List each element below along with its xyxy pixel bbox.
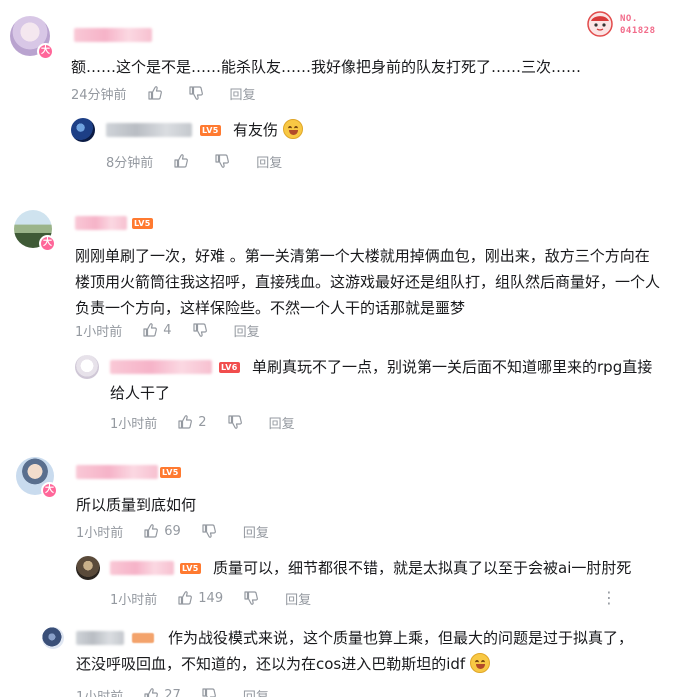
avatar[interactable]: 大 bbox=[10, 16, 54, 60]
thumbs-up-icon bbox=[173, 153, 189, 169]
avatar-image-icon bbox=[75, 355, 99, 379]
avatar[interactable]: 大 bbox=[16, 457, 58, 499]
like-button[interactable]: 69 bbox=[143, 523, 181, 539]
thumbs-down-icon bbox=[214, 153, 230, 169]
dislike-button[interactable] bbox=[192, 322, 208, 338]
comment-time: 1小时前 bbox=[75, 324, 123, 340]
reply-time: 1小时前 bbox=[110, 592, 158, 608]
fan-badge-mascot-icon bbox=[587, 11, 613, 37]
comment-meta: 24分钟前 回复 bbox=[71, 83, 256, 103]
thumbs-up-icon bbox=[177, 414, 193, 430]
reply-time: 1小时前 bbox=[76, 689, 124, 697]
reply-text: 质量可以，细节都很不错，就是太拟真了以至于会被ai一肘肘死 bbox=[213, 559, 632, 577]
reply-text: 作为战役模式来说，这个质量也算上乘，但最大的问题是过于拟真了， 还没呼吸回血，不… bbox=[76, 629, 634, 673]
like-button[interactable]: 2 bbox=[177, 414, 207, 430]
reply-button[interactable]: 回复 bbox=[243, 686, 269, 697]
thumbs-up-icon bbox=[142, 322, 158, 338]
avatar[interactable] bbox=[76, 556, 100, 580]
reply-button[interactable]: 回复 bbox=[234, 321, 260, 340]
like-button[interactable] bbox=[173, 153, 194, 169]
like-button[interactable]: 149 bbox=[177, 590, 223, 606]
username[interactable] bbox=[106, 123, 192, 137]
dislike-button[interactable] bbox=[243, 590, 259, 606]
username[interactable] bbox=[110, 561, 174, 575]
thumbs-up-icon bbox=[143, 687, 159, 697]
avatar[interactable] bbox=[42, 627, 64, 649]
fan-badge-number: 041828 bbox=[620, 26, 656, 36]
reply-meta: 1小时前 27 回复 bbox=[76, 685, 269, 697]
thumbs-down-icon bbox=[188, 85, 204, 101]
thumbs-down-icon bbox=[201, 687, 217, 697]
thumbs-down-icon bbox=[243, 590, 259, 606]
laugh-emoji-icon bbox=[282, 119, 303, 139]
fan-badge-label: NO. bbox=[620, 14, 638, 24]
comment-text: 所以质量到底如何 bbox=[76, 496, 197, 514]
reply-meta: 1小时前 149 回复 bbox=[110, 588, 311, 608]
like-button[interactable]: 4 bbox=[142, 322, 172, 338]
laugh-emoji-icon bbox=[470, 653, 490, 673]
level-badge: LV5 bbox=[132, 218, 153, 229]
level-badge: LV5 bbox=[200, 125, 221, 136]
thumbs-up-icon bbox=[143, 523, 159, 539]
reply-text: 有友伤 bbox=[233, 117, 303, 143]
reply-meta: 1小时前 2 回复 bbox=[110, 412, 295, 432]
reply-button[interactable]: 回复 bbox=[269, 413, 295, 432]
avatar-image-icon bbox=[71, 118, 95, 142]
thumbs-down-icon bbox=[192, 322, 208, 338]
thumbs-down-icon bbox=[227, 414, 243, 430]
comment-meta: 1小时前 69 回复 bbox=[76, 521, 269, 541]
avatar[interactable]: 大 bbox=[14, 210, 56, 252]
big-member-icon: 大 bbox=[39, 235, 56, 252]
dislike-button[interactable] bbox=[201, 687, 217, 697]
reply-button[interactable]: 回复 bbox=[243, 522, 269, 541]
dislike-button[interactable] bbox=[227, 414, 243, 430]
avatar[interactable] bbox=[75, 355, 99, 379]
comment-time: 24分钟前 bbox=[71, 87, 127, 103]
dislike-button[interactable] bbox=[188, 85, 204, 101]
reply-button[interactable]: 回复 bbox=[230, 84, 256, 103]
thumbs-down-icon bbox=[201, 523, 217, 539]
username[interactable] bbox=[74, 28, 152, 42]
reply-button[interactable]: 回复 bbox=[256, 152, 282, 171]
dislike-button[interactable] bbox=[201, 523, 217, 539]
avatar-image-icon bbox=[42, 627, 64, 649]
fan-badge[interactable]: NO. 041828 bbox=[586, 10, 666, 40]
comment-text: 刚刚单刷了一次，好难 。第一关清第一个大楼就用掉俩血包，刚出来，敌方三个方向在 … bbox=[75, 247, 661, 317]
avatar[interactable] bbox=[71, 118, 95, 142]
reply-time: 8分钟前 bbox=[106, 155, 154, 171]
username[interactable] bbox=[75, 216, 127, 230]
big-member-icon: 大 bbox=[41, 482, 58, 499]
level-badge: LV5 bbox=[160, 467, 181, 478]
reply-time: 1小时前 bbox=[110, 416, 158, 432]
like-button[interactable]: 27 bbox=[143, 687, 181, 697]
dislike-button[interactable] bbox=[214, 153, 230, 169]
like-button[interactable] bbox=[147, 85, 168, 101]
big-member-icon: 大 bbox=[37, 43, 54, 60]
level-badge: LV5 bbox=[180, 563, 201, 574]
comment-text: 额……这个是不是……能杀队友……我好像把身前的队友打死了……三次…… bbox=[71, 58, 582, 76]
thumbs-up-icon bbox=[177, 590, 193, 606]
reply-text: 单刷真玩不了一点，别说第一关后面不知道哪里来的rpg直接 给人干了 bbox=[110, 358, 653, 402]
username[interactable] bbox=[76, 465, 158, 479]
thumbs-up-icon bbox=[147, 85, 163, 101]
comment-meta: 1小时前 4 回复 bbox=[75, 320, 260, 340]
avatar-image-icon bbox=[76, 556, 100, 580]
more-vertical-icon[interactable]: ⋮ bbox=[601, 590, 617, 606]
reply-meta: 8分钟前 回复 bbox=[106, 151, 282, 171]
comment-time: 1小时前 bbox=[76, 525, 124, 541]
reply-button[interactable]: 回复 bbox=[285, 589, 311, 608]
